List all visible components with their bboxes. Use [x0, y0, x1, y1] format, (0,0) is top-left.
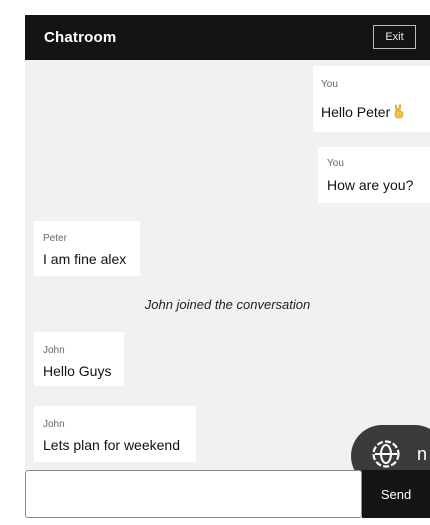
translate-label: n: [417, 444, 428, 464]
page-title: Chatroom: [44, 29, 117, 46]
message-incoming: John Hello Guys: [34, 332, 124, 386]
message-list[interactable]: You Hello Peter You How are you? Peter I…: [25, 60, 430, 470]
message-sender: Peter: [43, 233, 67, 244]
message-text: Lets plan for weekend: [43, 437, 180, 453]
globe-icon: [372, 440, 400, 468]
message-text: Hello Peter: [321, 104, 406, 120]
message-sender: John: [43, 419, 65, 430]
message-incoming: Peter I am fine alex: [34, 221, 140, 276]
message-sender: John: [43, 345, 65, 356]
message-text: How are you?: [327, 177, 414, 193]
system-notice: John joined the conversation: [144, 297, 311, 312]
message-outgoing: You Hello Peter: [313, 66, 430, 132]
exit-button[interactable]: Exit: [373, 25, 416, 49]
message-sender: You: [321, 79, 338, 90]
message-text: Hello Guys: [43, 363, 112, 379]
composer: Send: [25, 470, 430, 518]
send-button[interactable]: Send: [362, 470, 430, 518]
message-sender: You: [327, 158, 344, 169]
message-outgoing: You How are you?: [318, 147, 430, 203]
chat-header: Chatroom Exit: [25, 15, 430, 60]
message-incoming: John Lets plan for weekend: [34, 406, 196, 462]
message-text: I am fine alex: [43, 251, 127, 267]
victory-hand-icon: [394, 104, 404, 119]
message-input[interactable]: [25, 470, 362, 518]
